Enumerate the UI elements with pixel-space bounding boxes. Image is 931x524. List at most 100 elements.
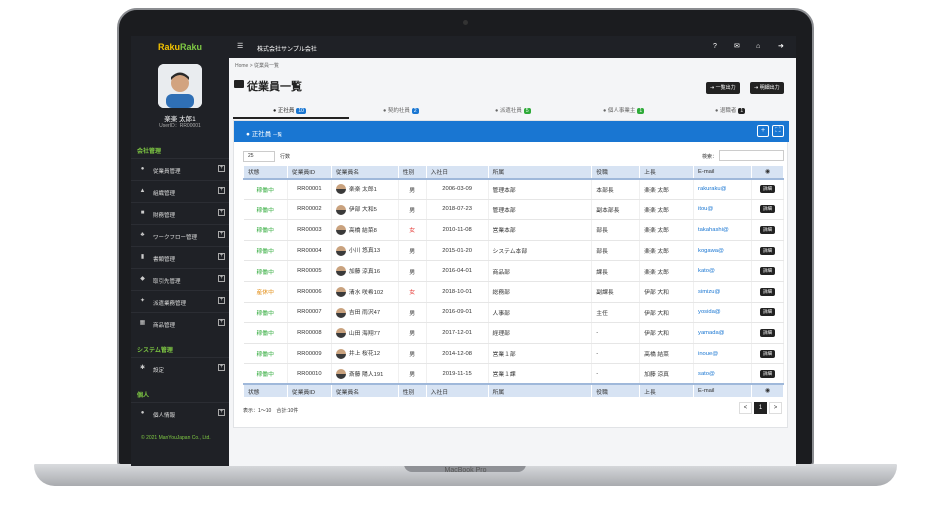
detail-button[interactable]: 詳細 [759,246,775,255]
col-role[interactable]: 役職 [591,165,641,180]
col-name[interactable]: 従業員名 [330,165,399,180]
detail-button[interactable]: 詳細 [759,369,775,378]
sidebar-item-profile[interactable]: ● 個人情報 + [131,402,229,424]
tab-regular[interactable]: ● 正社員 10 [273,106,306,118]
tab-retired[interactable]: ● 退職者 1 [715,106,746,118]
add-icon[interactable]: + [757,125,769,137]
expand-icon[interactable]: + [218,297,225,304]
page-1-button[interactable]: 1 [754,402,767,414]
organization-icon: ▲ [139,188,146,194]
panel-header: ● 正社員 一覧 + ⛶ [234,121,789,142]
search-input[interactable] [719,150,784,161]
breadcrumb: Home > 従業員一覧 [235,63,280,69]
email-link[interactable]: yosida@ [693,302,752,324]
employee-name[interactable]: 伊部 大和5 [331,199,399,221]
detail-button[interactable]: 詳細 [759,185,775,194]
employee-name[interactable]: 清水 咲希102 [331,281,399,303]
employee-name[interactable]: 楽楽 太郎1 [331,178,399,200]
avatar [335,328,346,339]
eye-icon[interactable]: ◉ [750,165,785,180]
sidebar-item-workflow[interactable]: ♣ ワークフロー管理 + [131,224,229,246]
home-icon[interactable]: ⌂ [756,42,760,51]
col-id[interactable]: 従業員ID [286,165,332,180]
col-boss[interactable]: 上長 [639,165,695,180]
employee-table: 状態 従業員ID 従業員名 性別 入社日 所属 役職 上長 E-mail ◉ 稼… [243,165,785,398]
menu-icon[interactable]: ☰ [237,43,243,50]
supervisor: 加藤 涼真 [639,363,695,385]
export-detail-button[interactable]: ⇥ 明細出力 [750,82,784,94]
expand-icon[interactable]: + [218,231,225,238]
sidebar-item-documents[interactable]: ▮ 書類管理 + [131,246,229,268]
sidebar-item-finance[interactable]: ■ 財務管理 + [131,202,229,224]
next-page-button[interactable]: > [769,402,782,414]
page-length-select[interactable]: 25 [243,151,275,162]
role: - [591,343,641,365]
detail-button[interactable]: 詳細 [759,328,775,337]
prev-page-button[interactable]: < [739,402,752,414]
employee-name[interactable]: 山田 海翔77 [331,322,399,344]
email-link[interactable]: rakuraku@ [693,178,752,200]
expand-icon[interactable]: + [218,187,225,194]
help-icon[interactable]: ? [713,42,717,51]
tab-dispatch[interactable]: ● 派遣社員 5 [495,106,531,118]
gender: 男 [398,199,427,221]
detail-button[interactable]: 詳細 [759,349,775,358]
sidebar-item-organization[interactable]: ▲ 組織管理 + [131,180,229,202]
detail-button[interactable]: 詳細 [759,267,775,276]
email-link[interactable]: sato@ [693,363,752,385]
chat-icon[interactable]: ✉ [734,42,740,51]
employee-name[interactable]: 吉田 雨沢47 [331,302,399,324]
logout-icon[interactable]: ➜ [778,42,784,51]
expand-icon[interactable]: + [218,209,225,216]
sidebar-item-dispatch[interactable]: ✦ 派遣業務管理 + [131,290,229,312]
sidebar-item-settings[interactable]: ✱ 設定 + [131,357,229,379]
employee-name[interactable]: 高橋 結菜8 [331,219,399,241]
tab-sole-proprietor[interactable]: ● 個人事業主 1 [603,106,645,118]
col-join-date[interactable]: 入社日 [425,165,489,180]
department: 経理部 [488,322,593,344]
gender: 男 [398,302,427,324]
col-dept[interactable]: 所属 [487,165,593,180]
export-list-button[interactable]: ⇥ 一覧出力 [706,82,740,94]
email-link[interactable]: simizu@ [693,281,752,303]
email-link[interactable]: itou@ [693,199,752,221]
col-email[interactable]: E-mail [693,165,752,180]
employee-name[interactable]: 加藤 涼真16 [331,260,399,282]
expand-icon[interactable]: + [218,409,225,416]
col-status[interactable]: 状態 [243,165,288,180]
employee-name[interactable]: 井上 桜花12 [331,343,399,365]
email-link[interactable]: takahashi@ [693,219,752,241]
table-row: 稼働中 RR00007 吉田 雨沢47 男 2016-09-01 人事部 主任 伊部 大和 yo… [243,302,785,324]
page-title: 従業員一覧 [247,81,302,93]
dispatch-icon: ✦ [139,298,146,304]
detail-button[interactable]: 詳細 [759,287,775,296]
breadcrumb-home[interactable]: Home [235,63,248,69]
detail-button[interactable]: 詳細 [759,225,775,234]
expand-icon[interactable]: + [218,275,225,282]
expand-icon[interactable]: + [218,253,225,260]
expand-icon[interactable]: + [218,165,225,172]
detail-button[interactable]: 詳細 [759,205,775,214]
employee-name[interactable]: 小川 悠真13 [331,240,399,262]
email-link[interactable]: inoue@ [693,343,752,365]
fullscreen-icon[interactable]: ⛶ [772,125,784,137]
email-link[interactable]: kato@ [693,260,752,282]
email-link[interactable]: yamada@ [693,322,752,344]
status-badge: 稼働中 [243,199,288,221]
detail-button[interactable]: 詳細 [759,308,775,317]
sidebar-item-clients[interactable]: ◆ 取引先管理 + [131,268,229,290]
sidebar-item-employees[interactable]: ● 従業員管理 + [131,158,229,180]
email-link[interactable]: kogawa@ [693,240,752,262]
employee-name[interactable]: 斎藤 陽人191 [331,363,399,385]
role: 本部長 [591,178,641,200]
app-logo[interactable]: RakuRaku [131,36,229,58]
sidebar-item-products[interactable]: ▦ 商品管理 + [131,312,229,334]
finance-icon: ■ [140,210,145,216]
tab-contract[interactable]: ● 契約社員 2 [383,106,419,118]
col-gender[interactable]: 性別 [397,165,427,180]
avatar [335,225,346,236]
join-date: 2018-10-01 [426,281,489,303]
expand-icon[interactable]: + [218,364,225,371]
expand-icon[interactable]: + [218,319,225,326]
avatar[interactable] [158,64,202,108]
